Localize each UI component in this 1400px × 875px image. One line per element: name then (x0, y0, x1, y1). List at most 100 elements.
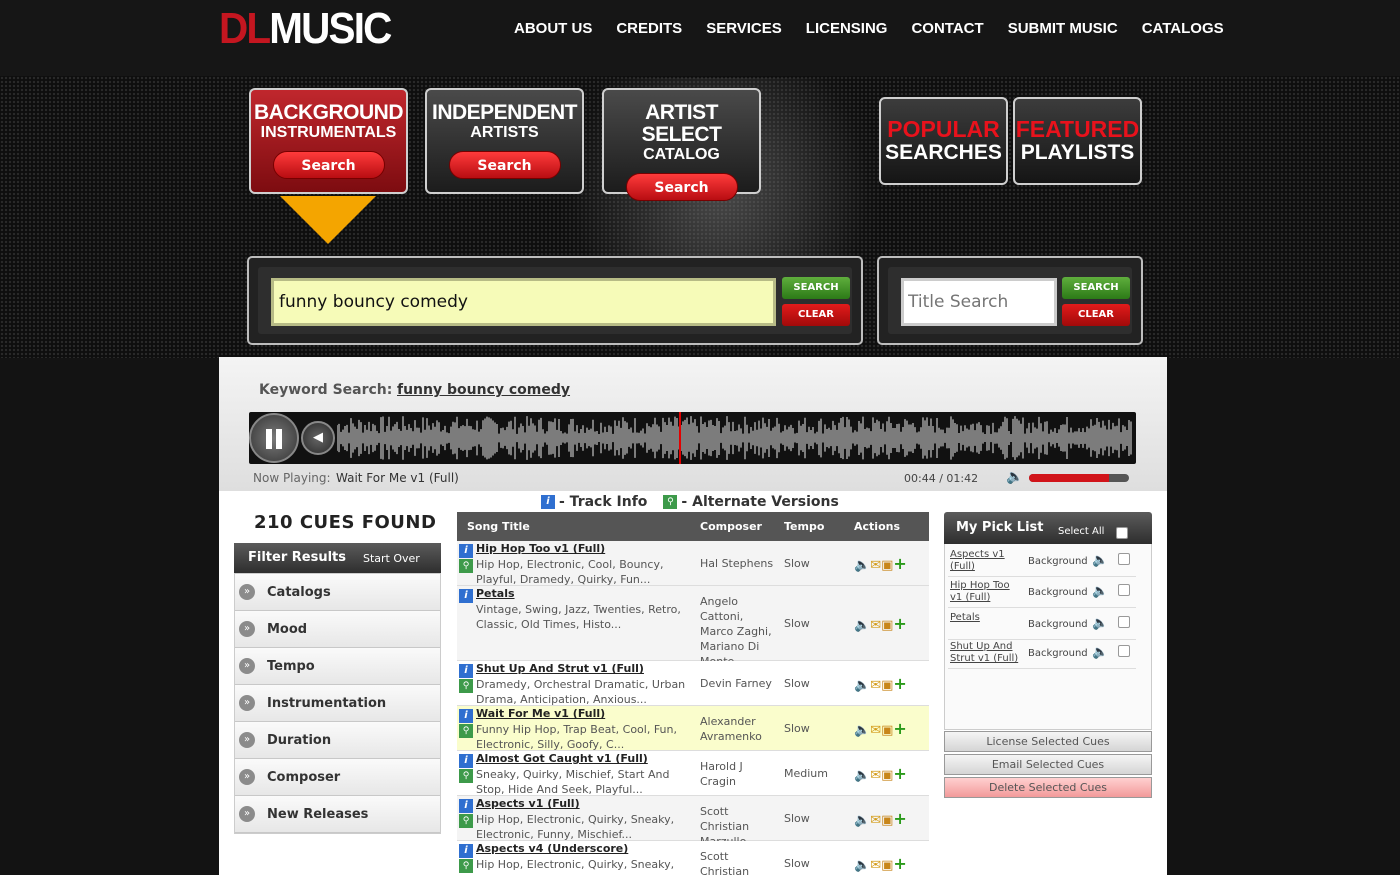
pick-title-link[interactable]: Hip Hop Too v1 (Full) (950, 580, 1024, 604)
category-card-artist-select[interactable]: ARTIST SELECT CATALOG Search (602, 88, 761, 201)
volume-icon[interactable]: 🔈 (1006, 469, 1023, 485)
filter-tempo[interactable]: » Tempo (235, 648, 440, 685)
email-icon[interactable]: ✉ (870, 678, 881, 693)
title-search-button[interactable]: SEARCH (1062, 277, 1130, 299)
alternate-versions-icon[interactable]: ⚲ (459, 814, 473, 828)
filter-composer[interactable]: » Composer (235, 759, 440, 796)
play-preview-icon[interactable]: 🔈 (854, 618, 870, 633)
download-icon[interactable]: ▣ (881, 618, 893, 633)
add-to-picklist-icon[interactable]: + (893, 764, 906, 783)
play-preview-icon[interactable]: 🔈 (1092, 553, 1108, 568)
download-icon[interactable]: ▣ (881, 813, 893, 828)
play-preview-icon[interactable]: 🔈 (854, 723, 870, 738)
song-title-link[interactable]: Hip Hop Too v1 (Full) (476, 542, 605, 555)
track-info-icon[interactable]: i (459, 589, 473, 603)
select-all-checkbox[interactable] (1116, 527, 1128, 539)
nav-credits[interactable]: CREDITS (604, 20, 694, 37)
waveform[interactable] (337, 416, 1133, 460)
add-to-picklist-icon[interactable]: + (893, 719, 906, 738)
download-icon[interactable]: ▣ (881, 558, 893, 573)
col-tempo[interactable]: Tempo (784, 520, 824, 533)
alternate-versions-icon[interactable]: ⚲ (459, 679, 473, 693)
start-over-link[interactable]: Start Over (363, 552, 420, 565)
song-title-link[interactable]: Shut Up And Strut v1 (Full) (476, 662, 644, 675)
track-info-icon[interactable]: i (459, 709, 473, 723)
nav-services[interactable]: SERVICES (694, 20, 794, 37)
alternate-versions-icon[interactable]: ⚲ (459, 859, 473, 873)
download-icon[interactable]: ▣ (881, 858, 893, 873)
download-icon[interactable]: ▣ (881, 678, 893, 693)
add-to-picklist-icon[interactable]: + (893, 554, 906, 573)
playhead[interactable] (679, 412, 682, 464)
keyword-search-value[interactable]: funny bouncy comedy (397, 382, 570, 398)
track-info-icon[interactable]: i (459, 664, 473, 678)
email-icon[interactable]: ✉ (870, 618, 881, 633)
email-icon[interactable]: ✉ (870, 768, 881, 783)
filter-instrumentation[interactable]: » Instrumentation (235, 685, 440, 722)
track-info-icon[interactable]: i (459, 844, 473, 858)
keyword-clear-button[interactable]: CLEAR (782, 304, 850, 326)
play-preview-icon[interactable]: 🔈 (854, 678, 870, 693)
play-preview-icon[interactable]: 🔈 (854, 813, 870, 828)
col-song-title[interactable]: Song Title (467, 520, 530, 533)
category-search-button[interactable]: Search (448, 151, 561, 179)
category-search-button[interactable]: Search (625, 173, 738, 201)
promo-popular-searches[interactable]: POPULAR SEARCHES (879, 97, 1008, 185)
col-composer[interactable]: Composer (700, 520, 762, 533)
title-clear-button[interactable]: CLEAR (1062, 304, 1130, 326)
category-search-button[interactable]: Search (272, 151, 385, 179)
filter-mood[interactable]: » Mood (235, 611, 440, 648)
nav-contact[interactable]: CONTACT (899, 20, 995, 37)
pick-title-link[interactable]: Aspects v1 (Full) (950, 549, 1024, 573)
email-icon[interactable]: ✉ (870, 558, 881, 573)
previous-track-button[interactable]: ◀ (301, 421, 335, 455)
category-card-independent[interactable]: INDEPENDENT ARTISTS Search (425, 88, 584, 194)
nav-submit-music[interactable]: SUBMIT MUSIC (996, 20, 1130, 37)
alternate-versions-icon[interactable]: ⚲ (459, 559, 473, 573)
nav-licensing[interactable]: LICENSING (794, 20, 900, 37)
filter-new-releases[interactable]: » New Releases (235, 796, 440, 833)
title-search-input[interactable] (901, 278, 1057, 326)
pick-checkbox[interactable] (1118, 645, 1130, 657)
add-to-picklist-icon[interactable]: + (893, 674, 906, 693)
add-to-picklist-icon[interactable]: + (893, 809, 906, 828)
volume-slider[interactable] (1029, 474, 1129, 482)
play-preview-icon[interactable]: 🔈 (854, 558, 870, 573)
track-info-icon[interactable]: i (459, 799, 473, 813)
email-selected-cues-button[interactable]: Email Selected Cues (944, 754, 1152, 775)
alternate-versions-icon[interactable]: ⚲ (459, 724, 473, 738)
play-preview-icon[interactable]: 🔈 (854, 858, 870, 873)
play-preview-icon[interactable]: 🔈 (1092, 616, 1108, 631)
keyword-search-input[interactable] (271, 278, 776, 326)
play-preview-icon[interactable]: 🔈 (854, 768, 870, 783)
email-icon[interactable]: ✉ (870, 858, 881, 873)
pick-checkbox[interactable] (1118, 584, 1130, 596)
song-title-link[interactable]: Petals (476, 587, 515, 600)
delete-selected-cues-button[interactable]: Delete Selected Cues (944, 777, 1152, 798)
play-preview-icon[interactable]: 🔈 (1092, 645, 1108, 660)
email-icon[interactable]: ✉ (870, 813, 881, 828)
song-title-link[interactable]: Aspects v1 (Full) (476, 797, 580, 810)
license-selected-cues-button[interactable]: License Selected Cues (944, 731, 1152, 752)
pick-title-link[interactable]: Petals (950, 612, 1024, 624)
add-to-picklist-icon[interactable]: + (893, 854, 906, 873)
pick-title-link[interactable]: Shut Up And Strut v1 (Full) (950, 641, 1024, 665)
filter-catalogs[interactable]: » Catalogs (235, 574, 440, 611)
song-title-link[interactable]: Almost Got Caught v1 (Full) (476, 752, 648, 765)
play-preview-icon[interactable]: 🔈 (1092, 584, 1108, 599)
song-title-link[interactable]: Aspects v4 (Underscore) (476, 842, 628, 855)
alternate-versions-icon[interactable]: ⚲ (459, 769, 473, 783)
nav-catalogs[interactable]: CATALOGS (1130, 20, 1236, 37)
add-to-picklist-icon[interactable]: + (893, 614, 906, 633)
dl-music-logo[interactable]: DLMUSIC (219, 6, 392, 52)
download-icon[interactable]: ▣ (881, 723, 893, 738)
song-title-link[interactable]: Wait For Me v1 (Full) (476, 707, 605, 720)
track-info-icon[interactable]: i (459, 754, 473, 768)
keyword-search-button[interactable]: SEARCH (782, 277, 850, 299)
nav-about-us[interactable]: ABOUT US (502, 20, 604, 37)
category-card-background[interactable]: BACKGROUND INSTRUMENTALS Search (249, 88, 408, 194)
download-icon[interactable]: ▣ (881, 768, 893, 783)
pause-button[interactable] (249, 413, 299, 463)
promo-featured-playlists[interactable]: FEATURED PLAYLISTS (1013, 97, 1142, 185)
email-icon[interactable]: ✉ (870, 723, 881, 738)
